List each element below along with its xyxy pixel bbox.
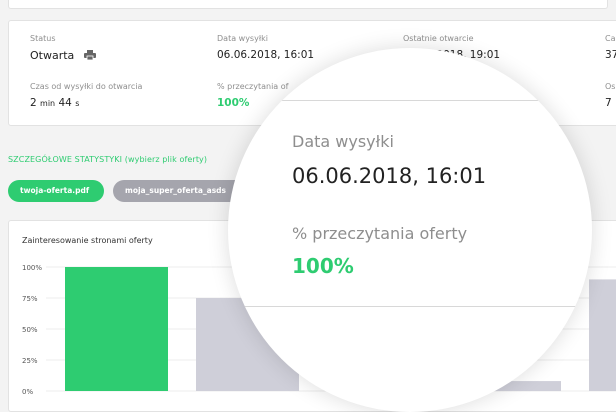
- magnifier-sent-label: Data wysyłki: [292, 132, 394, 151]
- last-open-label: Ostatnie otwarcie: [403, 34, 474, 43]
- printer-icon[interactable]: [83, 50, 96, 60]
- magnifier-percent-label: % przeczytania oferty: [292, 224, 468, 243]
- time-minutes: 2: [30, 97, 37, 109]
- col4-row2-label: Os: [605, 82, 616, 91]
- sent-date-label: Data wysyłki: [217, 34, 268, 43]
- y-tick-label: 50%: [22, 326, 38, 334]
- top-panel-edge: [8, 0, 608, 9]
- sent-date-cell: Data wysyłki 06.06.2018, 16:01: [217, 34, 314, 61]
- col4-label: Ca: [605, 34, 616, 43]
- time-seconds-unit: s: [75, 99, 80, 108]
- time-since-label: Czas od wysyłki do otwarcia: [30, 82, 143, 91]
- magnifier-sent-value: 06.06.2018, 16:01: [292, 164, 487, 188]
- chart-bar[interactable]: [65, 267, 168, 391]
- col4-cell: Ca 37: [605, 34, 616, 61]
- time-since-value: 2 min 44 s: [30, 97, 142, 109]
- y-tick-label: 0%: [22, 388, 33, 396]
- status-value: Otwarta: [30, 49, 75, 62]
- chart-title: Zainteresowanie stronami oferty: [22, 236, 153, 245]
- chart-bar[interactable]: [589, 279, 616, 391]
- y-tick-label: 25%: [22, 357, 38, 365]
- col4-row2-value: 7: [605, 97, 612, 109]
- percent-read-label: % przeczytania of: [217, 82, 289, 91]
- time-since-cell: Czas od wysyłki do otwarcia 2 min 44 s: [30, 82, 142, 109]
- file-pill-active[interactable]: twoja-oferta.pdf: [8, 180, 104, 202]
- status-label: Status: [30, 34, 56, 43]
- magnifier-lens: Data wysyłki 06.06.2018, 16:01 % przeczy…: [228, 48, 592, 412]
- sent-date-value: 06.06.2018, 16:01: [217, 49, 315, 61]
- y-tick-label: 100%: [22, 264, 42, 272]
- status-cell: Status Otwarta: [30, 34, 96, 62]
- y-tick-label: 75%: [22, 295, 38, 303]
- col4-value: 37: [605, 49, 616, 61]
- magnifier-percent-value: 100%: [292, 254, 354, 278]
- time-minutes-unit: min: [40, 99, 56, 108]
- time-seconds: 44: [58, 97, 72, 109]
- col4-row2-cell: Os 7: [605, 82, 615, 109]
- status-value-row: Otwarta: [30, 49, 96, 62]
- magnifier-divider-bottom: [228, 306, 592, 307]
- detail-stats-title: SZCZEGÓŁOWE STATYSTYKI (wybierz plik ofe…: [8, 155, 208, 164]
- magnifier-divider-top: [228, 100, 592, 101]
